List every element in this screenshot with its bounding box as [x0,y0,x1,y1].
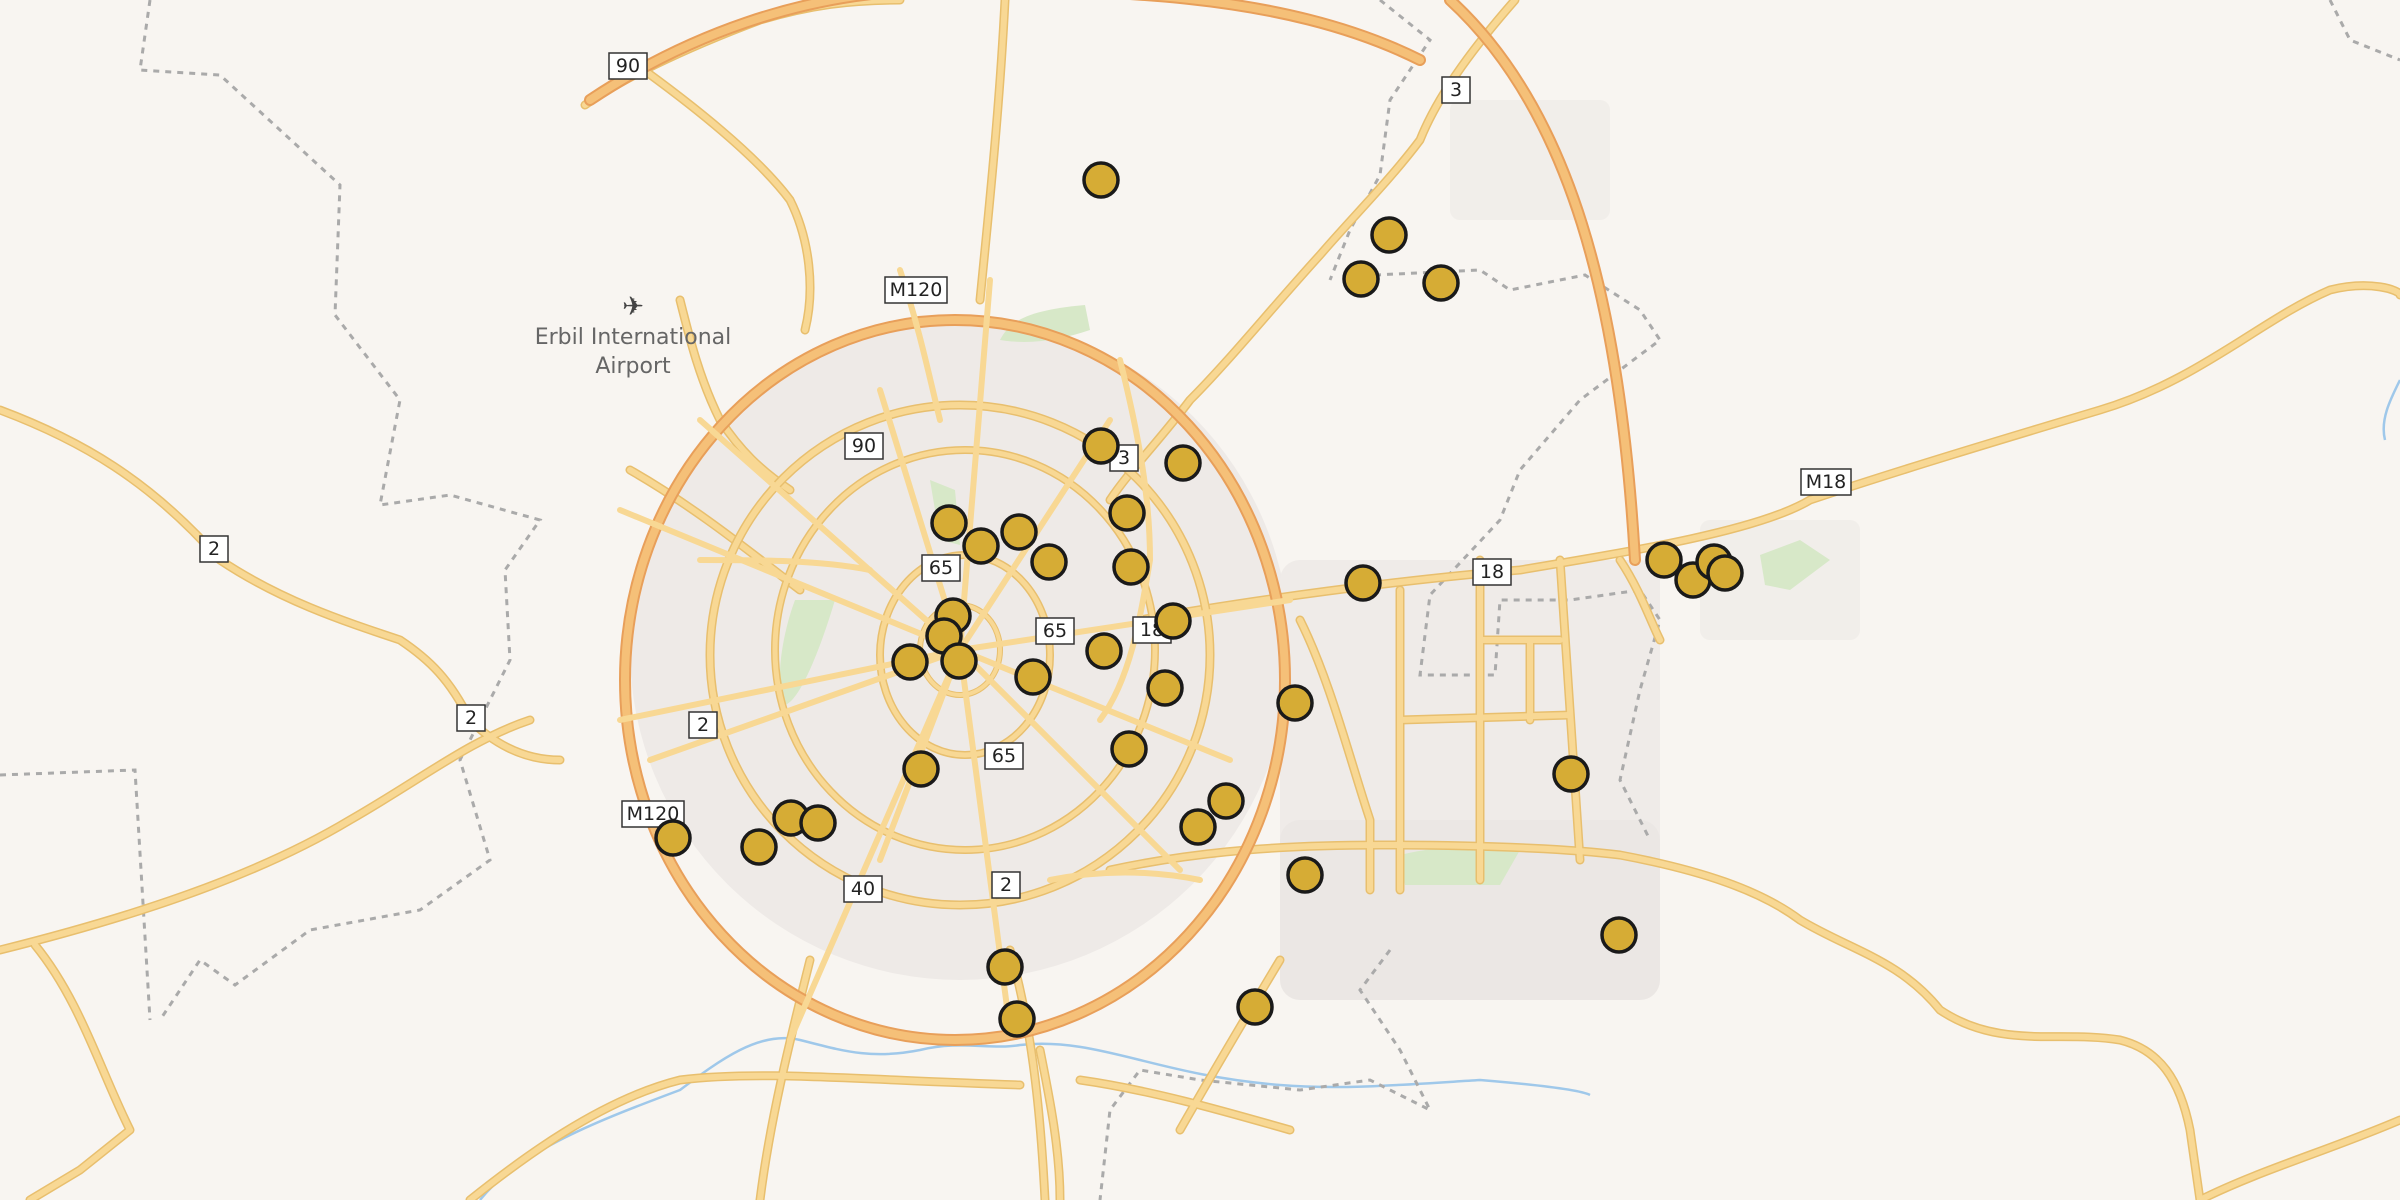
map-marker[interactable] [740,828,778,866]
map-marker[interactable] [1110,730,1148,768]
map-marker[interactable] [1112,548,1150,586]
map-marker[interactable] [1552,755,1590,793]
map-marker[interactable] [1344,564,1382,602]
route-shield-label: 2 [697,714,709,736]
route-shield-label: M120 [890,279,943,301]
route-shield: 2 [456,704,486,732]
route-shield-label: 65 [1043,620,1067,642]
map-marker[interactable] [1108,494,1146,532]
map-marker[interactable] [1014,658,1052,696]
route-shield-label: 65 [929,557,953,579]
map-marker[interactable] [1706,554,1744,592]
route-shield-label: 2 [208,538,220,560]
airport-label-line2: Airport [595,354,671,379]
map-marker[interactable] [654,819,692,857]
map-canvas[interactable]: ✈ Erbil International Airport 90 3 M120 90 3… [0,0,2400,1200]
route-shield-label: 3 [1450,79,1462,101]
map-marker[interactable] [1082,161,1120,199]
map-marker[interactable] [902,750,940,788]
route-shield-label: 18 [1480,561,1504,583]
route-shield: 2 [199,535,229,563]
map-marker[interactable] [1370,216,1408,254]
map-marker[interactable] [1154,602,1192,640]
map-marker[interactable] [1082,427,1120,465]
map-marker[interactable] [986,948,1024,986]
map-marker[interactable] [1164,444,1202,482]
route-shield: 40 [843,875,883,903]
map-marker[interactable] [940,642,978,680]
route-shield-label: M18 [1806,471,1847,493]
map-marker[interactable] [1276,684,1314,722]
route-shield: 90 [608,52,648,80]
route-shield-label: 65 [992,745,1016,767]
map-marker[interactable] [1236,988,1274,1026]
map-marker[interactable] [799,804,837,842]
map-marker[interactable] [1600,916,1638,954]
route-shield: M120 [884,276,948,304]
map-marker[interactable] [1342,260,1380,298]
map-marker[interactable] [1286,856,1324,894]
map-marker[interactable] [998,1000,1036,1038]
map-view[interactable]: ✈ Erbil International Airport 90 3 M120 90 3… [0,0,2400,1200]
map-marker[interactable] [1207,782,1245,820]
map-marker[interactable] [1085,632,1123,670]
route-shield-label: 90 [616,55,640,77]
route-shield-label: 40 [851,878,875,900]
route-shield-label: 90 [852,435,876,457]
route-shield: 65 [984,742,1024,770]
map-marker[interactable] [1030,543,1068,581]
route-shield: 18 [1472,558,1512,586]
route-shield: 2 [991,871,1021,899]
route-shield-label: 2 [1000,874,1012,896]
route-shield-label: 3 [1118,447,1130,469]
route-shield: 65 [921,554,961,582]
route-shield: M18 [1800,468,1852,496]
airport-label-line1: Erbil International [535,325,732,350]
map-marker[interactable] [1645,541,1683,579]
map-marker[interactable] [1422,264,1460,302]
route-shield: 2 [688,711,718,739]
route-shield: 90 [844,432,884,460]
map-marker[interactable] [1179,808,1217,846]
route-shield-label: 2 [465,707,477,729]
map-marker[interactable] [930,504,968,542]
route-shield: 3 [1441,76,1471,104]
map-marker[interactable] [1146,669,1184,707]
airplane-icon: ✈ [622,292,644,322]
map-marker[interactable] [1000,513,1038,551]
route-shield: 65 [1035,617,1075,645]
map-marker[interactable] [962,527,1000,565]
map-marker[interactable] [891,643,929,681]
